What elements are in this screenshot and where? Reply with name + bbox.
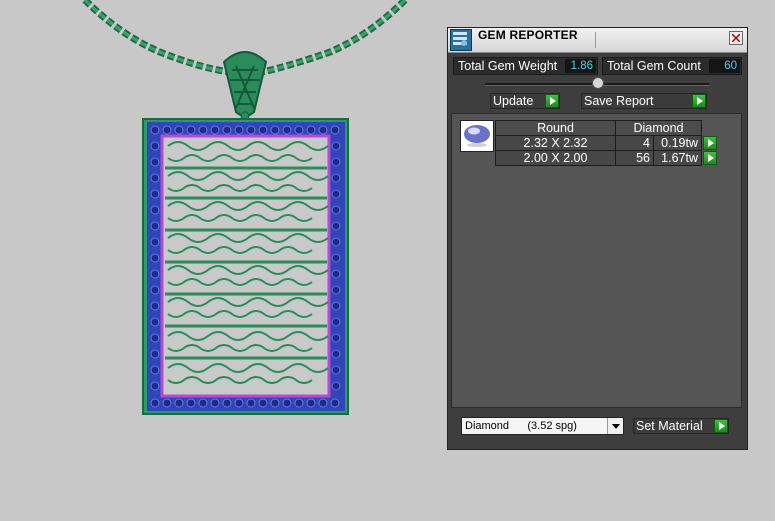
update-button[interactable]: Update: [490, 93, 560, 109]
material-select-value: Diamond (3.52 spg): [465, 420, 577, 432]
chevron-down-icon[interactable]: [607, 418, 623, 434]
window-title: GEM REPORTER: [478, 28, 578, 42]
play-arrow-icon[interactable]: [714, 419, 728, 433]
play-arrow-icon[interactable]: [545, 94, 559, 108]
set-material-label: Set Material: [636, 419, 703, 433]
total-gem-count: Total Gem Count 60: [602, 57, 742, 75]
round-gem-icon[interactable]: [460, 120, 494, 152]
table-row[interactable]: 2.00 X 2.00 56 1.67tw: [495, 150, 717, 166]
material-header: Diamond: [615, 120, 702, 136]
total-gem-weight-value: 1.86: [565, 59, 596, 73]
gem-size: 2.32 X 2.32: [495, 135, 616, 151]
gem-list: Round Diamond 2.32 X 2.32 4 0.19tw 2.00 …: [451, 113, 742, 408]
total-gem-count-value: 60: [709, 59, 740, 73]
select-row-arrow-icon[interactable]: [703, 150, 717, 165]
total-gem-weight-label: Total Gem Weight: [458, 59, 558, 73]
play-arrow-icon[interactable]: [692, 94, 706, 108]
update-label: Update: [493, 94, 534, 108]
table-row[interactable]: 2.32 X 2.32 4 0.19tw: [495, 135, 717, 151]
gem-weight: 1.67tw: [653, 150, 702, 166]
total-gem-weight: Total Gem Weight 1.86: [453, 57, 598, 75]
material-bar: Diamond (3.52 spg) Set Material: [448, 414, 747, 444]
close-button[interactable]: [729, 31, 743, 45]
3d-viewport[interactable]: [0, 0, 445, 516]
gem-count: 4: [615, 135, 654, 151]
gem-reporter-panel: GEM REPORTER Total Gem Weight 1.86 Total…: [447, 27, 748, 450]
set-material-button[interactable]: Set Material: [633, 418, 729, 434]
total-gem-count-label: Total Gem Count: [607, 59, 701, 73]
close-icon: [732, 34, 740, 42]
gem-table: Round Diamond 2.32 X 2.32 4 0.19tw 2.00 …: [495, 120, 717, 166]
save-report-label: Save Report: [584, 94, 654, 108]
select-row-arrow-icon[interactable]: [703, 135, 717, 150]
shape-header: Round: [495, 120, 616, 136]
material-select[interactable]: Diamond (3.52 spg): [461, 417, 624, 435]
title-bar[interactable]: GEM REPORTER: [448, 28, 747, 53]
slider-thumb[interactable]: [592, 77, 604, 89]
pendant-model: [82, 0, 408, 415]
gem-weight: 0.19tw: [653, 135, 702, 151]
gem-count: 56: [615, 150, 654, 166]
gem-size: 2.00 X 2.00: [495, 150, 616, 166]
gem-reporter-app-icon: [450, 29, 472, 51]
save-report-button[interactable]: Save Report: [581, 93, 707, 109]
gem-table-header: Round Diamond: [495, 120, 717, 136]
title-divider: [595, 32, 596, 48]
